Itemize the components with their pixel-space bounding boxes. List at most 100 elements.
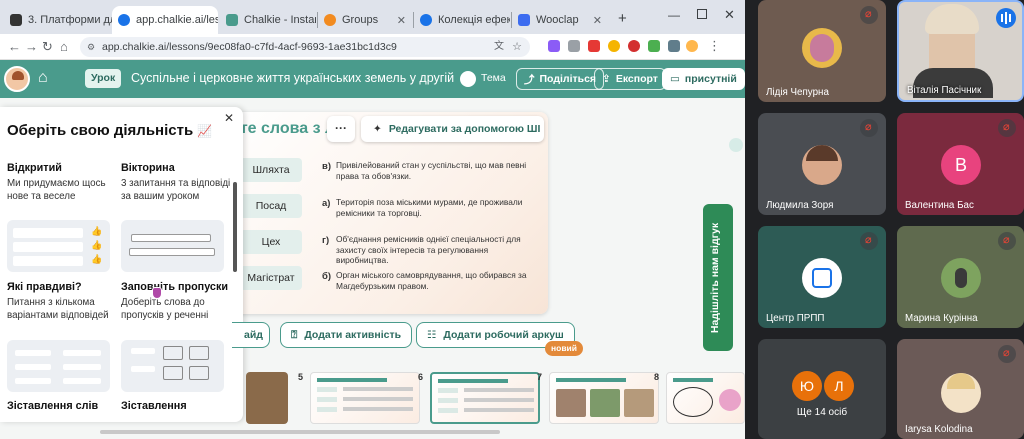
minimize-icon[interactable]: — — [668, 8, 680, 22]
definition-letter: г) — [322, 235, 330, 246]
panel-title-text: Оберіть свою діяльність — [7, 122, 194, 139]
participant-avatar — [941, 258, 981, 298]
card-title-open[interactable]: Відкритий — [7, 162, 62, 174]
add-activity-button[interactable]: ⍰ Додати активність — [280, 322, 413, 348]
worksheet-icon: ☷ — [427, 329, 437, 341]
participant-name: Марина Курінна — [905, 313, 978, 324]
theme-toggle[interactable] — [460, 71, 476, 87]
participant-avatar — [802, 258, 842, 298]
card-title-matching[interactable]: Зіставлення — [121, 400, 187, 412]
extension-pinterest-icon[interactable] — [628, 40, 640, 52]
lesson-title[interactable]: Суспільне і церковне життя українських з… — [131, 71, 456, 85]
slide-thumbnail-8[interactable] — [666, 372, 745, 424]
tab-2-active[interactable]: app.chalkie.ai/less ✕ — [112, 6, 218, 34]
new-tab-button[interactable]: + — [618, 10, 627, 27]
panel-scrollbar[interactable] — [233, 182, 237, 272]
card-title-fill-blanks[interactable]: Заповніть пропуски — [121, 281, 228, 293]
extension-green-icon[interactable] — [648, 40, 660, 52]
address-bar: ← → ↻ ⌂ ⚙ app.chalkie.ai/lessons/9ec08fa… — [0, 34, 745, 60]
tab-3[interactable]: Chalkie - Instant r ✕ — [220, 6, 316, 34]
user-avatar[interactable] — [4, 66, 30, 92]
participant-tile-8[interactable]: ⌀ Iarysa Kolodina — [897, 339, 1024, 439]
participant-tile-5[interactable]: ⌀ Центр ПРПП — [758, 226, 886, 328]
participant-tile-4[interactable]: В ⌀ Валентина Бас — [897, 113, 1024, 215]
bookmark-star-icon[interactable]: ☆ — [512, 37, 522, 57]
browser-menu-icon[interactable]: ⋮ — [708, 38, 721, 54]
card-desc-true-false: Питання з кількома варіантами відповідей — [7, 297, 109, 321]
horizontal-scrollbar[interactable] — [100, 430, 500, 434]
matching-preview-image[interactable] — [121, 340, 224, 392]
card-desc-quiz: 3 запитання та відповіді за вашим уроком — [121, 178, 231, 202]
participant-avatar — [941, 373, 981, 413]
home-nav-icon[interactable]: ⌂ — [38, 69, 48, 87]
more-participants-tile[interactable]: Ю Л Ще 14 осіб — [758, 339, 886, 439]
tab-6[interactable]: Wooclap ✕ — [512, 6, 608, 34]
activity-icon: ⍰ — [291, 328, 298, 341]
edit-with-ai-button[interactable]: ✦ Редагувати за допомогою ШІ — [361, 116, 544, 142]
slide-thumbnail-5[interactable] — [310, 372, 420, 424]
extension-pen-icon[interactable] — [548, 40, 560, 52]
translate-icon[interactable]: 文 — [494, 37, 504, 57]
tab-5[interactable]: Колекція ефектів ✕ — [414, 6, 510, 34]
feedback-tab[interactable]: Надішліть нам відгук — [703, 204, 733, 351]
card-desc-fill-blanks: Доберіть слова до пропусків у реченні — [121, 297, 209, 321]
thumbs-up-icon: 👍 — [91, 254, 103, 264]
tab-bar: 3. Платформи для ✕ app.chalkie.ai/less ✕… — [0, 0, 745, 34]
card-title-true-false[interactable]: Які правдиві? — [7, 281, 82, 293]
image-placeholder-icon — [189, 366, 209, 380]
extension-camera-icon[interactable] — [568, 40, 580, 52]
extension-marker-icon[interactable] — [588, 40, 600, 52]
site-info-icon[interactable]: ⚙ — [87, 37, 95, 57]
card-title-word-matching[interactable]: Зіставлення слів — [7, 400, 98, 412]
slide-thumbnail-image[interactable] — [246, 372, 288, 424]
fill-blanks-preview-image[interactable] — [121, 220, 224, 272]
mic-muted-icon: ⌀ — [998, 232, 1016, 250]
share-button[interactable]: ⤴ Поділіться — [516, 68, 605, 90]
reload-icon[interactable]: ↻ — [42, 39, 53, 55]
profile-avatar-icon[interactable] — [686, 40, 698, 52]
term-card: Шляхта — [240, 158, 302, 182]
slide-matching-activity[interactable]: йте слова з л Шляхта Посад Цех Магістрат… — [230, 112, 548, 314]
forward-icon[interactable]: → — [25, 39, 38, 54]
panel-close-icon[interactable]: ✕ — [224, 111, 234, 125]
tab-4[interactable]: Groups ✕ — [318, 6, 412, 34]
maximize-icon[interactable] — [697, 9, 707, 19]
url-field[interactable]: ⚙ app.chalkie.ai/lessons/9ec08fa0-c7fd-4… — [80, 37, 530, 57]
participant-tile-3[interactable]: ⌀ Людмила Зоря — [758, 113, 886, 215]
true-false-preview-image[interactable]: 👍 👍 👍 — [7, 220, 110, 272]
add-slide-button[interactable]: айд — [232, 322, 270, 348]
slide-thumbnail-7[interactable] — [549, 372, 659, 424]
back-icon[interactable]: ← — [8, 39, 21, 54]
tab-favicon-icon — [518, 14, 530, 26]
card-title-quiz[interactable]: Вікторина — [121, 162, 175, 174]
participant-tile-1[interactable]: ⌀ Лідія Чепурна — [758, 0, 886, 102]
definition-text: Територія поза міськими мурами, де прожи… — [336, 197, 523, 218]
extension-bulb-icon[interactable] — [608, 40, 620, 52]
lesson-badge: Урок — [85, 69, 122, 88]
participant-tile-6[interactable]: ⌀ Марина Курінна — [897, 226, 1024, 328]
tab-close-icon[interactable]: ✕ — [589, 14, 602, 27]
definition-letter: в) — [322, 161, 332, 172]
tab-favicon-icon — [324, 14, 336, 26]
extensions-puzzle-icon[interactable] — [668, 40, 680, 52]
tab-favicon-icon — [420, 14, 432, 26]
window-close-icon[interactable]: ✕ — [724, 7, 735, 23]
slide-number: 8 — [654, 372, 660, 382]
slide-thumbnail-6-selected[interactable] — [430, 372, 540, 424]
tab-label: Колекція ефектів — [438, 14, 510, 26]
participant-tile-2-speaking[interactable]: Віталія Пасічник — [897, 0, 1024, 102]
participant-avatar — [802, 28, 842, 68]
present-button[interactable]: ▭ присутній — [662, 68, 745, 90]
definition-text: Об'єднання ремісників однієї спеціальнос… — [336, 234, 521, 265]
home-icon[interactable]: ⌂ — [60, 39, 68, 54]
tab-close-icon[interactable]: ✕ — [393, 14, 406, 27]
export-icon: ⇪ — [602, 73, 611, 85]
slide-heading: йте слова з л — [230, 120, 336, 137]
tab-favicon-icon — [226, 14, 238, 26]
more-options-button[interactable]: ··· — [327, 116, 355, 142]
tab-1[interactable]: 3. Платформи для ✕ — [4, 6, 112, 34]
participant-initial-avatar: Л — [824, 371, 854, 401]
more-participants-label: Ще 14 осіб — [796, 407, 848, 418]
export-button[interactable]: ⇪ Експорт — [594, 68, 666, 90]
word-matching-preview-image[interactable] — [7, 340, 110, 392]
